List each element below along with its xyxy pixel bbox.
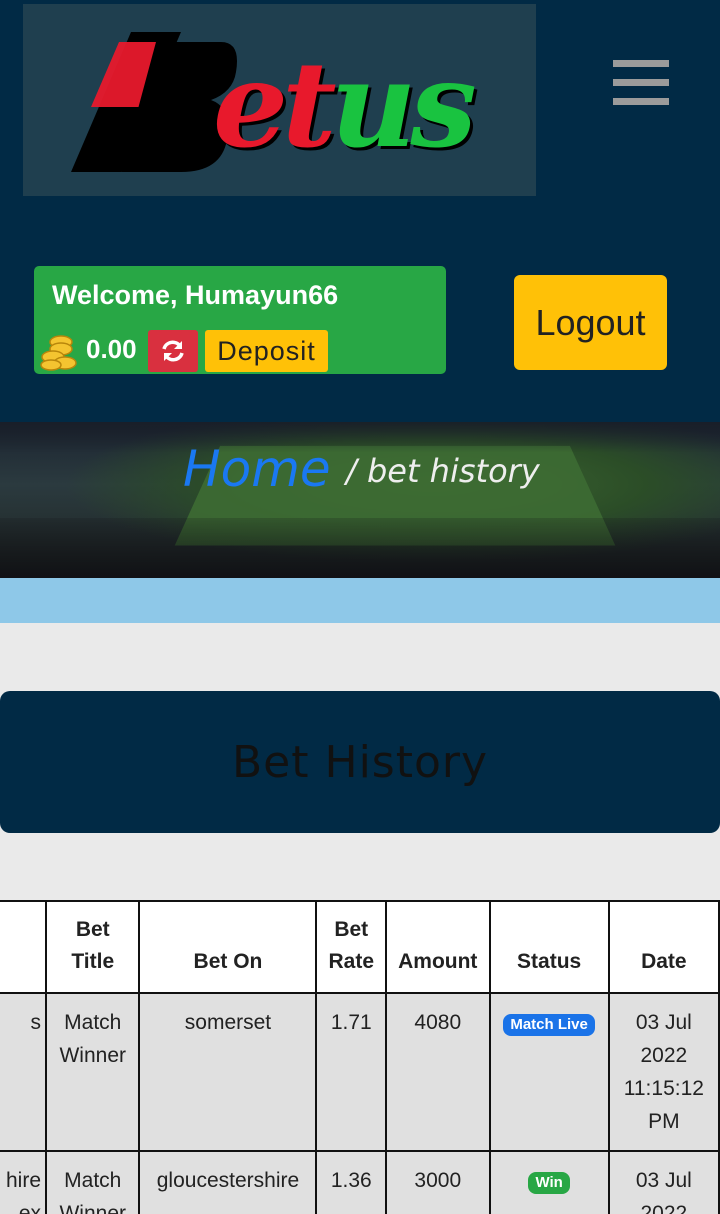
cell-bet-on: somerset: [138, 992, 318, 1152]
betus-logo[interactable]: etus: [23, 4, 536, 196]
menu-icon[interactable]: [613, 60, 669, 106]
refresh-icon: [162, 340, 184, 362]
cell-bet-on: gloucestershire: [138, 1150, 318, 1214]
coins-icon: [40, 335, 77, 371]
cell-bet-rate: 1.36: [315, 1150, 388, 1214]
welcome-text: Welcome, Humayun66: [52, 280, 339, 310]
col-header-date: Date: [607, 900, 720, 994]
cell-date: 03 Jul 2022 11:15:12 PM: [607, 992, 720, 1152]
deposit-button[interactable]: Deposit: [205, 330, 328, 372]
divider-bar: [0, 578, 720, 623]
refresh-balance-button[interactable]: [148, 330, 198, 372]
breadcrumb-home-link[interactable]: Home: [183, 440, 331, 498]
table-row: s Match Winner somerset 1.71 4080 Match …: [0, 992, 720, 1152]
balance-value: 0.00: [86, 334, 137, 364]
stadium-banner: Home / bet history: [0, 422, 720, 578]
bet-history-table-container[interactable]: Bet Title Bet On Bet Rate Amount Status …: [0, 900, 720, 1214]
col-header-bet-title: Bet Title: [45, 900, 141, 994]
status-badge: Match Live: [503, 1014, 595, 1036]
cell-match: hire ex: [0, 1150, 48, 1214]
col-header-match: [0, 900, 48, 994]
status-badge: Win: [528, 1172, 570, 1194]
crowd-image: [0, 518, 720, 578]
breadcrumb-current: / bet history: [346, 452, 540, 490]
logo-wordmark: etus: [213, 35, 477, 174]
cell-bet-title: Match Winner: [45, 1150, 141, 1214]
col-header-bet-on: Bet On: [138, 900, 318, 994]
page-title-box: Bet History: [0, 691, 720, 833]
col-header-bet-rate: Bet Rate: [315, 900, 388, 994]
col-header-status: Status: [488, 900, 610, 994]
table-row: hire ex Match Winner gloucestershire 1.3…: [0, 1150, 720, 1214]
page-title: Bet History: [231, 736, 489, 788]
cell-amount: 3000: [385, 1150, 491, 1214]
bet-history-table: Bet Title Bet On Bet Rate Amount Status …: [0, 900, 720, 1214]
cell-status: Match Live: [488, 992, 610, 1152]
cell-match: s: [0, 992, 48, 1152]
table-header-row: Bet Title Bet On Bet Rate Amount Status …: [0, 900, 720, 994]
user-panel: Welcome, Humayun66 0.00 Deposit: [34, 266, 446, 374]
cell-date: 03 Jul 2022: [607, 1150, 720, 1214]
site-header: etus Welcome, Humayun66 0.00 Deposit Log…: [0, 0, 720, 422]
col-header-amount: Amount: [385, 900, 491, 994]
logout-button[interactable]: Logout: [514, 275, 667, 370]
cell-bet-title: Match Winner: [45, 992, 141, 1152]
cell-status: Win: [488, 1150, 610, 1214]
cell-amount: 4080: [385, 992, 491, 1152]
cell-bet-rate: 1.71: [315, 992, 388, 1152]
